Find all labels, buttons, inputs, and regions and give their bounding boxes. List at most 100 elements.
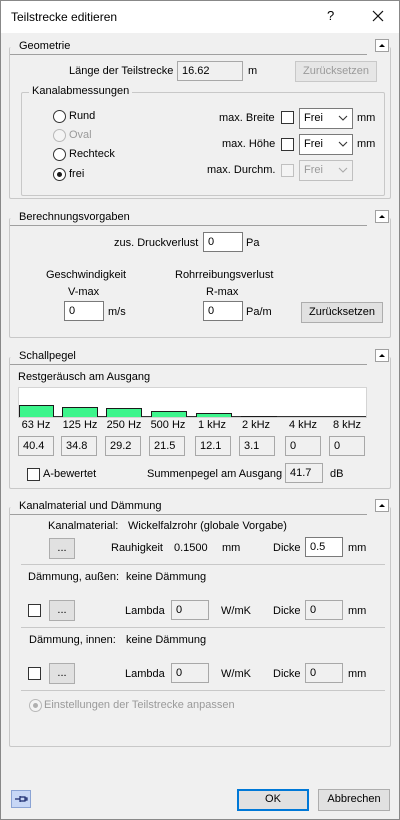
dialog-window: Teilstrecke editieren ? Geometrie Länge …: [0, 0, 400, 820]
max-durchm-checkbox[interactable]: [281, 164, 294, 177]
daemmung-innen-label: Dämmung, innen:: [29, 634, 116, 646]
aussen-dicke-unit: mm: [348, 605, 367, 617]
length-unit: m: [248, 65, 258, 77]
max-breite-label: max. Breite: [219, 112, 275, 124]
kanalmaterial-value: Wickelfalzrohr (globale Vorgabe): [128, 520, 287, 532]
level-bar: [151, 411, 187, 417]
aussen-lambda-label: Lambda: [125, 605, 165, 617]
freq-label: 500 Hz: [150, 419, 186, 431]
aussen-lambda-field: 0: [171, 600, 209, 620]
innen-dicke-label: Dicke: [273, 668, 301, 680]
kanal-dicke-label: Dicke: [273, 542, 301, 554]
rmax-input[interactable]: 0: [203, 301, 243, 321]
freq-label: 2 kHz: [241, 419, 271, 431]
ok-button[interactable]: OK: [237, 789, 309, 811]
einstellungen-label: Einstellungen der Teilstrecke anpassen: [44, 699, 235, 711]
max-breite-checkbox[interactable]: [281, 111, 294, 124]
freq-label: 8 kHz: [332, 419, 362, 431]
kanalmaterial-label: Kanalmaterial:: [48, 520, 119, 532]
restgeraeusch-label: Restgeräusch am Ausgang: [18, 371, 151, 383]
level-bar: [241, 416, 277, 417]
sound-level-chart: [18, 387, 367, 418]
kanal-dicke-unit: mm: [348, 542, 367, 554]
max-breite-select[interactable]: Frei: [299, 108, 353, 129]
length-field: 16.62: [177, 61, 243, 81]
close-button[interactable]: [365, 5, 391, 29]
freq-label: 125 Hz: [62, 419, 98, 431]
rauhigkeit-unit: mm: [222, 542, 241, 554]
daemmung-innen-browse-button[interactable]: ...: [49, 663, 75, 684]
vmax-unit: m/s: [108, 306, 126, 318]
level-value-4khz: 0: [285, 436, 321, 456]
max-durchm-select[interactable]: Frei: [299, 160, 353, 181]
shape-rechteck-label: Rechteck: [69, 148, 115, 160]
innen-lambda-unit: W/mK: [221, 668, 251, 680]
level-value-250hz: 29.2: [105, 436, 141, 456]
level-value-500hz: 21.5: [149, 436, 185, 456]
shape-frei-radio[interactable]: [53, 168, 66, 181]
rauhigkeit-label: Rauhigkeit: [111, 542, 163, 554]
help-button[interactable]: ?: [327, 8, 334, 23]
berechnung-reset-button[interactable]: Zurücksetzen: [301, 302, 383, 323]
max-breite-value: Frei: [304, 112, 323, 124]
aussen-dicke-field: 0: [305, 600, 343, 620]
daemmung-aussen-label: Dämmung, außen:: [28, 571, 120, 583]
daemmung-aussen-value: keine Dämmung: [126, 571, 207, 583]
freq-label: 1 kHz: [197, 419, 227, 431]
a-bewertet-label: A-bewertet: [43, 468, 97, 480]
summenpegel-label: Summenpegel am Ausgang: [147, 468, 283, 480]
shape-frei-label: frei: [69, 168, 85, 180]
summenpegel-field: 41.7: [285, 463, 323, 483]
rmax-unit: Pa/m: [246, 306, 272, 318]
cancel-button[interactable]: Abbrechen: [318, 789, 390, 811]
innen-dicke-field: 0: [305, 663, 343, 683]
daemmung-aussen-browse-button[interactable]: ...: [49, 600, 75, 621]
druckverlust-input[interactable]: 0: [203, 232, 243, 252]
summenpegel-unit: dB: [330, 468, 344, 480]
geometrie-reset-button[interactable]: Zurücksetzen: [295, 61, 377, 82]
vmax-input[interactable]: 0: [64, 301, 104, 321]
chevron-down-icon: [338, 141, 348, 147]
level-bar: [19, 405, 54, 417]
daemmung-aussen-checkbox[interactable]: [28, 604, 41, 617]
shape-rechteck-radio[interactable]: [53, 148, 66, 161]
rauhigkeit-value: 0.1500: [174, 542, 208, 554]
druckverlust-unit: Pa: [246, 237, 260, 249]
kanal-dicke-input[interactable]: 0.5: [305, 537, 343, 557]
a-bewertet-checkbox[interactable]: [27, 468, 40, 481]
level-value-125hz: 34.8: [61, 436, 97, 456]
geschwindigkeit-label: Geschwindigkeit: [46, 269, 127, 281]
kanalmaterial-browse-button[interactable]: ...: [49, 538, 75, 559]
rohrreibung-label: Rohrreibungsverlust: [175, 269, 274, 281]
shape-oval-radio[interactable]: [53, 129, 66, 142]
einstellungen-radio[interactable]: [29, 699, 42, 712]
innen-lambda-label: Lambda: [125, 668, 165, 680]
max-breite-unit: mm: [357, 112, 376, 124]
shape-rund-label: Rund: [69, 110, 96, 122]
chevron-down-icon: [338, 167, 348, 173]
pin-button[interactable]: [11, 790, 31, 808]
daemmung-innen-value: keine Dämmung: [126, 634, 207, 646]
innen-dicke-unit: mm: [348, 668, 367, 680]
level-bar: [106, 408, 142, 417]
shape-rund-radio[interactable]: [53, 110, 66, 123]
max-hoehe-select[interactable]: Frei: [299, 134, 353, 155]
max-durchm-value: Frei: [304, 164, 323, 176]
max-hoehe-checkbox[interactable]: [281, 138, 294, 151]
level-bar: [62, 407, 98, 417]
level-value-8khz: 0: [329, 436, 365, 456]
level-value-63hz: 40.4: [18, 436, 54, 456]
level-value-1khz: 12.1: [195, 436, 231, 456]
max-hoehe-label: max. Höhe: [222, 138, 276, 150]
max-hoehe-value: Frei: [304, 138, 323, 150]
aussen-dicke-label: Dicke: [273, 605, 301, 617]
chevron-down-icon: [338, 115, 348, 121]
shape-oval-label: Oval: [69, 129, 92, 141]
rmax-label: R-max: [206, 286, 239, 298]
level-value-2khz: 3.1: [239, 436, 275, 456]
window-title: Teilstrecke editieren: [11, 10, 118, 24]
daemmung-innen-checkbox[interactable]: [28, 667, 41, 680]
close-icon: [372, 10, 384, 22]
freq-label: 250 Hz: [106, 419, 142, 431]
max-hoehe-unit: mm: [357, 138, 376, 150]
